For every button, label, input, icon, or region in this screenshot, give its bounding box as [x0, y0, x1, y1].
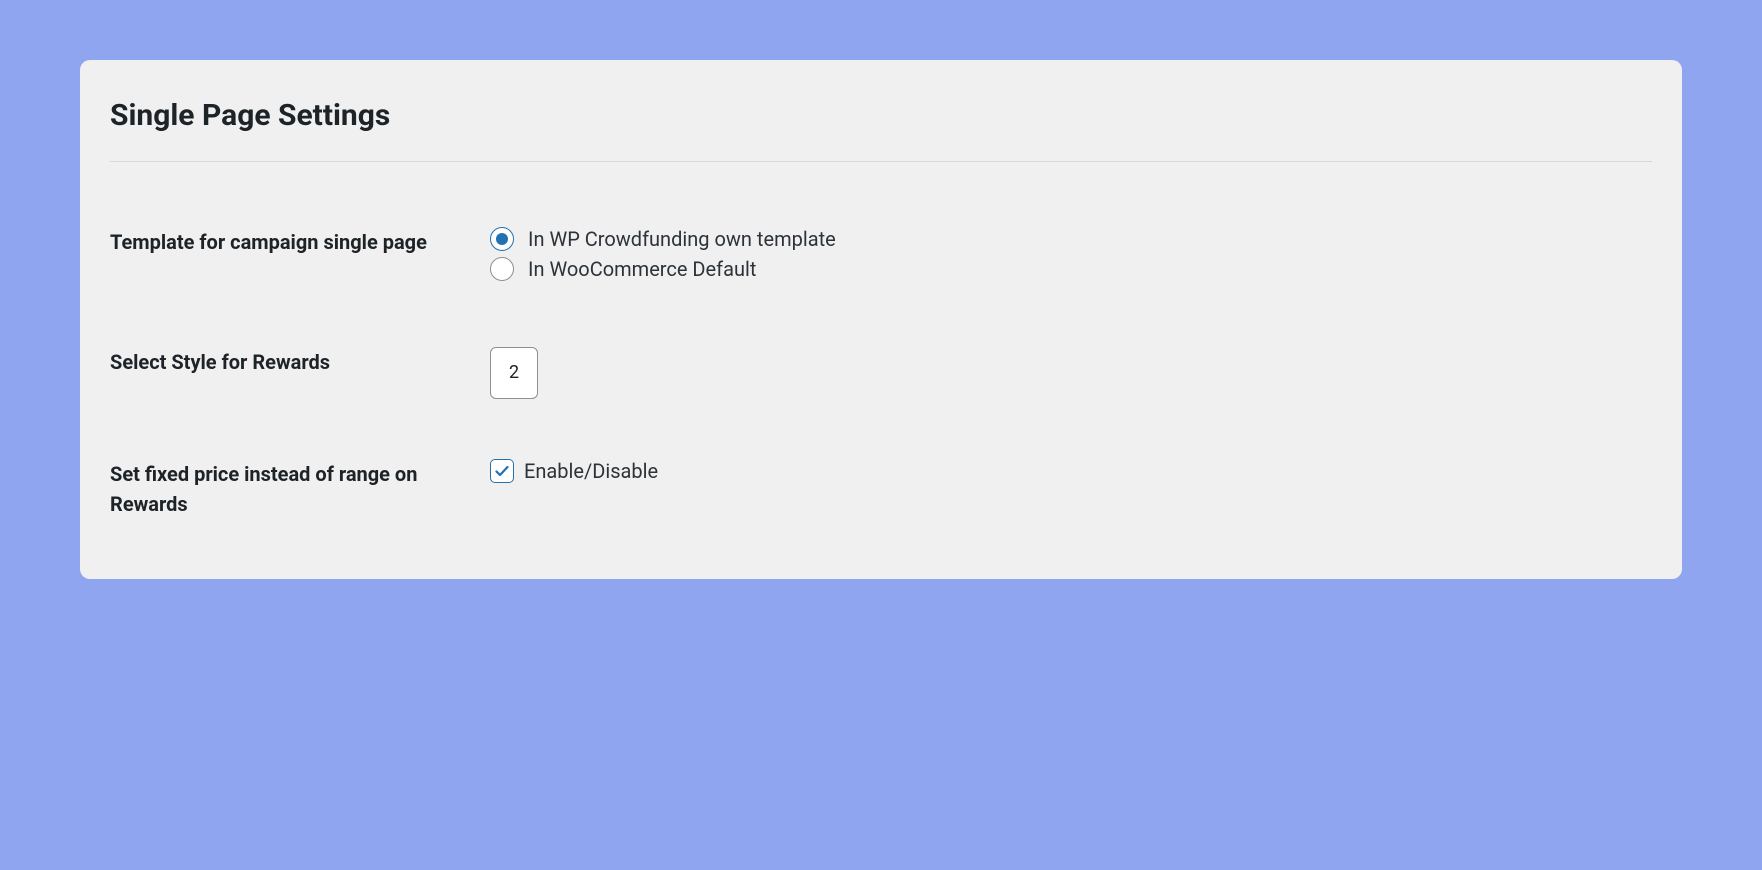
select-rewards-style[interactable]: 2 — [490, 347, 538, 399]
settings-form-table: Template for campaign single page In WP … — [110, 227, 1652, 519]
radio-row-wp-crowdfunding: In WP Crowdfunding own template — [490, 227, 1652, 251]
radio-label-wp-crowdfunding[interactable]: In WP Crowdfunding own template — [528, 227, 836, 251]
section-divider — [110, 161, 1652, 162]
section-title: Single Page Settings — [110, 98, 1652, 133]
radio-label-woocommerce[interactable]: In WooCommerce Default — [528, 257, 756, 281]
label-template: Template for campaign single page — [110, 227, 490, 347]
radio-wp-crowdfunding[interactable] — [490, 227, 514, 251]
control-fixed-price: Enable/Disable — [490, 459, 1652, 519]
control-rewards-style: 2 — [490, 347, 1652, 459]
radio-woocommerce[interactable] — [490, 257, 514, 281]
settings-panel: Single Page Settings Template for campai… — [80, 60, 1682, 579]
checkbox-row-fixed-price: Enable/Disable — [490, 459, 1652, 483]
label-rewards-style: Select Style for Rewards — [110, 347, 490, 459]
row-fixed-price: Set fixed price instead of range on Rewa… — [110, 459, 1652, 519]
checkmark-icon — [494, 463, 510, 479]
control-template: In WP Crowdfunding own template In WooCo… — [490, 227, 1652, 347]
row-rewards-style: Select Style for Rewards 2 — [110, 347, 1652, 459]
radio-row-woocommerce: In WooCommerce Default — [490, 257, 1652, 281]
checkbox-fixed-price[interactable] — [490, 459, 514, 483]
row-template: Template for campaign single page In WP … — [110, 227, 1652, 347]
checkbox-label-fixed-price[interactable]: Enable/Disable — [524, 459, 658, 483]
select-rewards-style-wrap: 2 — [490, 347, 538, 399]
label-fixed-price: Set fixed price instead of range on Rewa… — [110, 459, 490, 519]
